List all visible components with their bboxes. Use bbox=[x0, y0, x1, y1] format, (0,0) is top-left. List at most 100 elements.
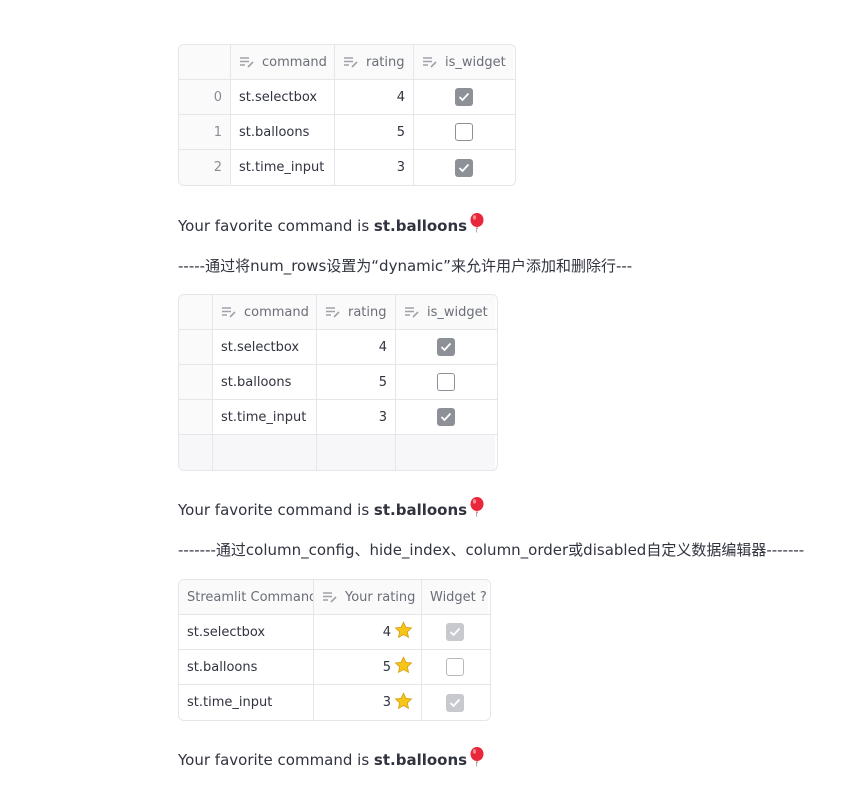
command-cell[interactable]: st.selectbox bbox=[231, 80, 335, 114]
favorite-command: st.balloons bbox=[373, 751, 468, 769]
data-editor-3[interactable]: Streamlit Command Your rating Widget ? s… bbox=[178, 579, 491, 721]
table-row: 1 st.balloons 5 bbox=[179, 115, 515, 150]
command-cell: st.time_input bbox=[179, 685, 314, 720]
command-cell[interactable]: st.selectbox bbox=[213, 330, 317, 364]
table-row: st.balloons 5 bbox=[179, 650, 490, 685]
column-header-streamlit-command[interactable]: Streamlit Command bbox=[179, 580, 314, 614]
command-cell: st.balloons bbox=[179, 650, 314, 684]
column-header-command[interactable]: command bbox=[213, 295, 317, 329]
favorite-prefix: Your favorite command is bbox=[178, 501, 374, 519]
edit-column-icon bbox=[325, 306, 340, 318]
favorite-command: st.balloons bbox=[373, 217, 468, 235]
column-header-rating[interactable]: rating bbox=[335, 45, 414, 79]
empty-cell[interactable] bbox=[317, 435, 396, 470]
checkbox-checked[interactable] bbox=[454, 158, 473, 177]
checkbox-checked[interactable] bbox=[436, 408, 455, 426]
favorite-text-3: Your favorite command is st.balloons bbox=[178, 747, 485, 771]
empty-cell[interactable] bbox=[396, 435, 495, 470]
is-widget-cell[interactable] bbox=[396, 400, 495, 434]
rating-value: 5 bbox=[382, 659, 391, 675]
edit-column-icon bbox=[322, 591, 337, 603]
table-row: st.time_input 3 bbox=[179, 685, 490, 720]
rating-cell[interactable]: 3 bbox=[335, 150, 414, 185]
checkmark-icon bbox=[440, 342, 451, 352]
data-editor-1[interactable]: command rating is_widget 0 st.selectbox … bbox=[178, 44, 516, 186]
header-row: command rating is_widget bbox=[179, 295, 497, 330]
is-widget-cell[interactable] bbox=[396, 330, 495, 364]
rating-cell[interactable]: 5 bbox=[335, 115, 414, 149]
table-row: 2 st.time_input 3 bbox=[179, 150, 515, 185]
balloon-icon bbox=[469, 497, 485, 521]
edit-column-icon bbox=[404, 306, 419, 318]
row-index: 1 bbox=[179, 115, 231, 149]
row-marker[interactable] bbox=[179, 400, 213, 434]
column-header-label: is_widget bbox=[427, 304, 488, 320]
column-header-widget[interactable]: Widget ? bbox=[422, 580, 488, 614]
header-row: Streamlit Command Your rating Widget ? bbox=[179, 580, 490, 615]
command-cell[interactable]: st.balloons bbox=[231, 115, 335, 149]
edit-column-icon bbox=[422, 56, 437, 68]
favorite-prefix: Your favorite command is bbox=[178, 217, 374, 235]
header-row: command rating is_widget bbox=[179, 45, 515, 80]
column-header-is-widget[interactable]: is_widget bbox=[414, 45, 513, 79]
is-widget-cell[interactable] bbox=[414, 115, 513, 149]
row-marker[interactable] bbox=[179, 330, 213, 364]
command-cell[interactable]: st.time_input bbox=[231, 150, 335, 185]
rating-cell[interactable]: 4 bbox=[335, 80, 414, 114]
column-header-your-rating[interactable]: Your rating bbox=[314, 580, 422, 614]
table-row: st.balloons 5 bbox=[179, 365, 497, 400]
checkbox-unchecked[interactable] bbox=[436, 373, 455, 391]
section-divider-1: -----通过将num_rows设置为“dynamic”来允许用户添加和删除行-… bbox=[178, 257, 633, 275]
column-header-label: rating bbox=[366, 54, 405, 70]
add-row[interactable] bbox=[179, 435, 497, 470]
checkbox-checked[interactable] bbox=[454, 88, 473, 106]
star-icon bbox=[394, 691, 413, 714]
favorite-text-1: Your favorite command is st.balloons bbox=[178, 213, 485, 237]
table-row: st.time_input 3 bbox=[179, 400, 497, 435]
table-row: 0 st.selectbox 4 bbox=[179, 80, 515, 115]
command-cell[interactable]: st.balloons bbox=[213, 365, 317, 399]
column-header-rating[interactable]: rating bbox=[317, 295, 396, 329]
rating-cell[interactable]: 5 bbox=[317, 365, 396, 399]
widget-cell bbox=[422, 685, 488, 720]
rating-cell[interactable]: 4 bbox=[314, 615, 422, 649]
command-cell[interactable]: st.time_input bbox=[213, 400, 317, 434]
row-index: 2 bbox=[179, 150, 231, 185]
widget-cell bbox=[422, 615, 488, 649]
star-icon bbox=[394, 621, 413, 643]
data-editor-2[interactable]: command rating is_widget st.selectbox 4 … bbox=[178, 294, 498, 471]
checkbox-checked-disabled bbox=[446, 693, 464, 712]
row-marker-header bbox=[179, 295, 213, 329]
index-header bbox=[179, 45, 231, 79]
checkbox-unchecked[interactable] bbox=[454, 123, 473, 141]
checkmark-icon bbox=[449, 627, 461, 637]
checkmark-icon bbox=[440, 412, 451, 422]
rating-cell[interactable]: 4 bbox=[317, 330, 396, 364]
rating-cell[interactable]: 3 bbox=[314, 685, 422, 720]
checkbox-checked[interactable] bbox=[436, 338, 455, 356]
rating-cell[interactable]: 3 bbox=[317, 400, 396, 434]
rating-value: 4 bbox=[382, 624, 391, 640]
table-row: st.selectbox 4 bbox=[179, 615, 490, 650]
checkmark-icon bbox=[449, 698, 461, 707]
balloon-icon bbox=[469, 747, 485, 771]
is-widget-cell[interactable] bbox=[414, 80, 513, 114]
checkmark-icon bbox=[458, 163, 469, 172]
rating-cell[interactable]: 5 bbox=[314, 650, 422, 684]
is-widget-cell[interactable] bbox=[396, 365, 495, 399]
table-row: st.selectbox 4 bbox=[179, 330, 497, 365]
favorite-prefix: Your favorite command is bbox=[178, 751, 374, 769]
is-widget-cell[interactable] bbox=[414, 150, 513, 185]
checkbox-checked-disabled bbox=[446, 623, 464, 641]
empty-cell[interactable] bbox=[213, 435, 317, 470]
page: command rating is_widget 0 st.selectbox … bbox=[0, 0, 860, 810]
checkbox-unchecked-disabled bbox=[446, 658, 464, 676]
column-header-command[interactable]: command bbox=[231, 45, 335, 79]
row-marker[interactable] bbox=[179, 365, 213, 399]
command-cell: st.selectbox bbox=[179, 615, 314, 649]
column-header-label: is_widget bbox=[445, 54, 506, 70]
favorite-command: st.balloons bbox=[373, 501, 468, 519]
column-header-is-widget[interactable]: is_widget bbox=[396, 295, 495, 329]
favorite-text-2: Your favorite command is st.balloons bbox=[178, 497, 485, 521]
row-marker[interactable] bbox=[179, 435, 213, 470]
